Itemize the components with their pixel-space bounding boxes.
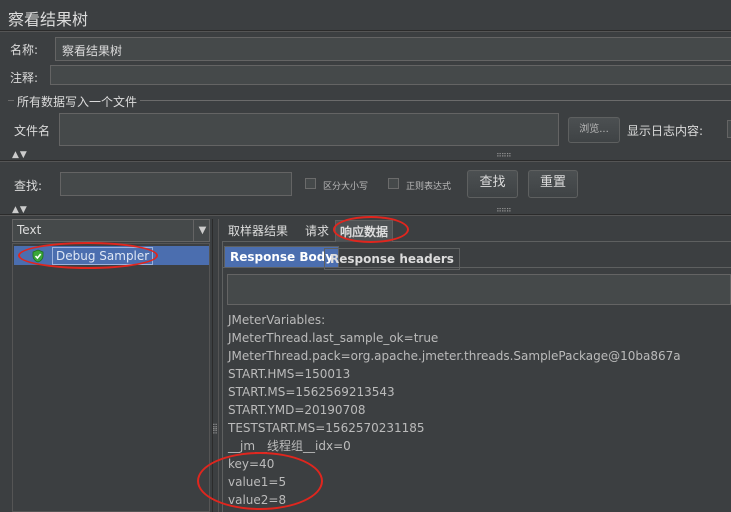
green-check-shield-icon xyxy=(31,249,45,263)
log-content-label: 显示日志内容: xyxy=(627,124,704,138)
response-line: value1=5 xyxy=(228,475,287,489)
response-line: START.HMS=150013 xyxy=(228,367,351,381)
triangle-down-icon[interactable]: ▼ xyxy=(193,220,211,241)
renderer-value: Text xyxy=(17,223,42,237)
regex-label: 正则表达式 xyxy=(406,182,452,192)
browse-button[interactable]: 浏览... xyxy=(568,117,620,143)
title-divider xyxy=(0,30,731,32)
response-line: value2=8 xyxy=(228,493,287,507)
subtab-divider xyxy=(222,267,731,268)
search-label: 查找: xyxy=(14,179,43,193)
collapse-top-icon[interactable]: ▲▼ xyxy=(12,150,28,160)
log-content-checkbox[interactable] xyxy=(727,120,731,138)
tab-sampler-result[interactable]: 取样器结果 xyxy=(224,220,292,242)
result-tab-strip xyxy=(222,219,731,242)
splitter-top[interactable] xyxy=(0,160,731,162)
drag-grip-icon[interactable]: ⠶⠶⠶ xyxy=(496,150,512,159)
case-sensitive-checkbox[interactable] xyxy=(305,178,316,189)
search-input[interactable] xyxy=(60,172,292,196)
comment-label: 注释: xyxy=(10,71,39,85)
response-line: JMeterVariables: xyxy=(228,313,326,327)
filename-field[interactable] xyxy=(59,113,559,146)
search-input-value xyxy=(61,173,291,181)
splitter-bottom[interactable] xyxy=(0,214,731,216)
renderer-combobox[interactable]: Text ▼ xyxy=(12,219,210,242)
name-label: 名称: xyxy=(10,43,39,57)
response-line: __jm__线程组__idx=0 xyxy=(228,439,351,453)
search-button[interactable]: 查找 xyxy=(467,170,518,198)
tab-request[interactable]: 请求 xyxy=(301,220,333,242)
response-line: START.YMD=20190708 xyxy=(228,403,366,417)
file-group-title: 所有数据写入一个文件 xyxy=(14,93,141,110)
response-line: key=40 xyxy=(228,457,275,471)
filename-field-value xyxy=(60,114,558,122)
vertical-splitter[interactable] xyxy=(212,219,219,512)
tree-item-label: Debug Sampler xyxy=(52,247,154,265)
case-sensitive-label: 区分大小写 xyxy=(323,182,369,192)
response-line: TESTSTART.MS=1562570231185 xyxy=(228,421,425,435)
regex-checkbox[interactable] xyxy=(388,178,399,189)
filename-label: 文件名 xyxy=(14,124,51,138)
drag-grip-icon-2[interactable]: ⠶⠶⠶ xyxy=(496,205,512,214)
comment-field-value xyxy=(51,66,731,74)
tree-item-debug-sampler[interactable]: Debug Sampler xyxy=(14,246,209,265)
response-body-text[interactable]: JMeterVariables: JMeterThread.last_sampl… xyxy=(228,311,681,509)
name-field-value: 察看结果树 xyxy=(62,44,123,58)
results-tree[interactable]: Debug Sampler xyxy=(12,243,210,512)
response-search-field[interactable] xyxy=(227,274,731,305)
comment-field[interactable] xyxy=(50,65,731,85)
response-line: START.MS=1562569213543 xyxy=(228,385,395,399)
window-title: 察看结果树 xyxy=(8,10,89,29)
name-field[interactable]: 察看结果树 xyxy=(55,37,731,61)
tab-response-data[interactable]: 响应数据 xyxy=(335,220,394,242)
response-line: JMeterThread.last_sample_ok=true xyxy=(228,331,439,345)
reset-button[interactable]: 重置 xyxy=(528,170,578,198)
tab-response-body[interactable]: Response Body xyxy=(224,246,340,268)
response-line: JMeterThread.pack=org.apache.jmeter.thre… xyxy=(228,349,681,363)
vertical-grip-icon[interactable]: ⠿ ⠿ xyxy=(212,424,218,436)
